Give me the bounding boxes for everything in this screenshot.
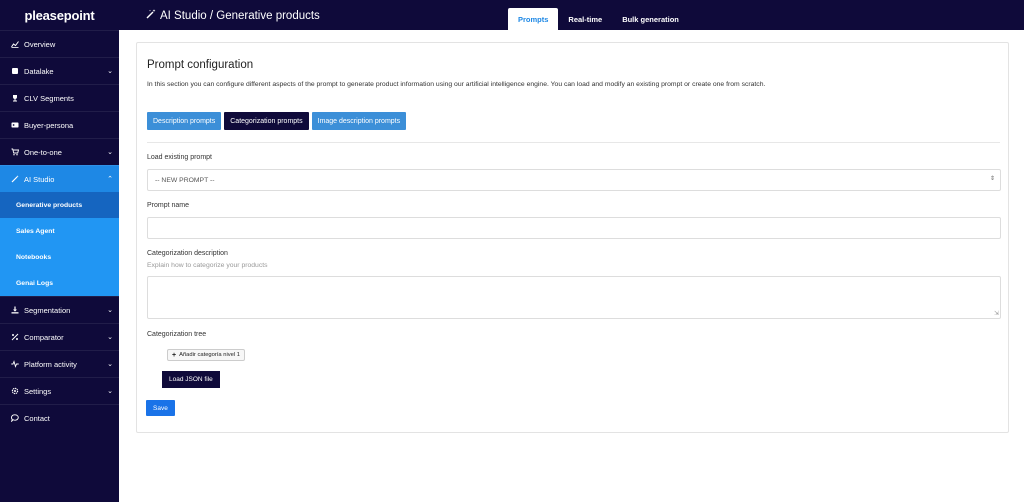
sidebar-item-platform-activity[interactable]: Platform activity ⌄ <box>0 350 119 377</box>
download-icon <box>10 306 19 315</box>
categorization-prompts-button[interactable]: Categorization prompts <box>224 112 309 130</box>
image-description-prompts-button[interactable]: Image description prompts <box>311 112 407 130</box>
description-prompts-button[interactable]: Description prompts <box>147 112 222 130</box>
section-title: Prompt configuration <box>147 59 254 71</box>
page-title-text: AI Studio / Generative products <box>160 9 320 22</box>
categorization-description-label: Categorization description <box>147 250 228 257</box>
section-description: In this section you can configure differ… <box>147 81 766 88</box>
pulse-icon <box>10 360 19 369</box>
chat-icon <box>10 414 19 423</box>
sidebar-item-label: Overview <box>24 39 56 49</box>
tab-real-time[interactable]: Real-time <box>558 8 612 30</box>
add-level1-category-button[interactable]: + Añadir categoría nivel 1 <box>167 349 245 361</box>
sidebar-item-clv-segments[interactable]: CLV Segments <box>0 84 119 111</box>
tab-prompts[interactable]: Prompts <box>508 8 559 30</box>
load-prompt-select[interactable]: -- NEW PROMPT -- ⇕ <box>147 169 1001 191</box>
trophy-icon <box>10 94 19 103</box>
chevron-down-icon: ⌄ <box>107 361 113 368</box>
sidebar-item-label: Segmentation <box>24 305 71 315</box>
sidebar-item-label: Comparator <box>24 332 64 342</box>
magic-wand-icon <box>146 9 156 22</box>
sidebar-item-datalake[interactable]: Datalake ⌄ <box>0 57 119 84</box>
save-button[interactable]: Save <box>146 400 175 416</box>
load-prompt-label: Load existing prompt <box>147 154 212 161</box>
sidebar-item-label: Datalake <box>24 66 54 76</box>
chevron-down-icon: ⌄ <box>107 68 113 75</box>
submenu-item-sales-agent[interactable]: Sales Agent <box>0 218 119 244</box>
chevron-up-icon: ⌃ <box>107 176 113 183</box>
sidebar-item-segmentation[interactable]: Segmentation ⌄ <box>0 296 119 323</box>
submenu-item-label: Genai Logs <box>16 279 54 287</box>
sidebar-item-label: AI Studio <box>24 174 55 184</box>
sidebar-item-comparator[interactable]: Comparator ⌄ <box>0 323 119 350</box>
sidebar-item-buyer-persona[interactable]: Buyer-persona <box>0 111 119 138</box>
brand-logo[interactable]: pleasepoint <box>0 0 119 30</box>
sidebar-item-contact[interactable]: Contact <box>0 404 119 431</box>
chart-line-icon <box>10 40 19 49</box>
submenu-item-generative-products[interactable]: Generative products <box>0 192 119 218</box>
load-json-button[interactable]: Load JSON file <box>162 371 220 388</box>
database-icon <box>10 67 19 76</box>
prompt-name-input[interactable] <box>147 217 1001 239</box>
submenu-item-label: Notebooks <box>16 253 52 261</box>
ai-studio-submenu: Generative products Sales Agent Notebook… <box>0 192 119 296</box>
submenu-item-label: Generative products <box>16 201 83 209</box>
magic-wand-icon <box>10 175 19 184</box>
id-card-icon <box>10 121 19 130</box>
resize-grip-icon[interactable]: ⇲ <box>994 311 999 317</box>
chevron-down-icon: ⌄ <box>107 334 113 341</box>
prompt-type-buttons: Description prompts Categorization promp… <box>147 112 407 130</box>
submenu-item-notebooks[interactable]: Notebooks <box>0 244 119 270</box>
sidebar-item-label: Buyer-persona <box>24 120 74 130</box>
top-bar: AI Studio / Generative products Prompts … <box>119 0 1024 30</box>
plus-icon: + <box>172 351 177 359</box>
categorization-description-help: Explain how to categorize your products <box>147 262 268 269</box>
sidebar: pleasepoint Overview Datalake ⌄ CLV Segm… <box>0 0 119 502</box>
percent-icon <box>10 333 19 342</box>
sidebar-item-label: Settings <box>24 386 52 396</box>
page-title: AI Studio / Generative products <box>146 9 320 22</box>
chevron-down-icon: ⌄ <box>107 307 113 314</box>
sidebar-item-one-to-one[interactable]: One-to-one ⌄ <box>0 138 119 165</box>
divider <box>147 142 1000 143</box>
load-prompt-selected-value: -- NEW PROMPT -- <box>155 176 215 184</box>
sidebar-item-label: CLV Segments <box>24 93 74 103</box>
chevron-down-icon: ⌄ <box>107 149 113 156</box>
chevron-down-icon: ⌄ <box>107 388 113 395</box>
add-category-label: Añadir categoría nivel 1 <box>179 352 240 358</box>
prompt-configuration-card: Prompt configuration In this section you… <box>136 42 1009 433</box>
categorization-tree-label: Categorization tree <box>147 331 207 338</box>
sidebar-item-label: One-to-one <box>24 147 62 157</box>
select-arrows-icon: ⇕ <box>989 176 995 182</box>
submenu-item-genai-logs[interactable]: Genai Logs <box>0 270 119 296</box>
sidebar-item-overview[interactable]: Overview <box>0 30 119 57</box>
cart-icon <box>10 148 19 157</box>
prompt-name-label: Prompt name <box>147 202 190 209</box>
gear-icon <box>10 387 19 396</box>
tab-bar: Prompts Real-time Bulk generation <box>508 8 689 30</box>
sidebar-item-settings[interactable]: Settings ⌄ <box>0 377 119 404</box>
categorization-description-textarea[interactable]: ⇲ <box>147 276 1001 319</box>
submenu-item-label: Sales Agent <box>16 227 55 235</box>
sidebar-item-label: Platform activity <box>24 359 77 369</box>
sidebar-item-label: Contact <box>24 413 50 423</box>
sidebar-item-ai-studio[interactable]: AI Studio ⌃ <box>0 165 119 192</box>
app-root: pleasepoint Overview Datalake ⌄ CLV Segm… <box>0 0 1024 502</box>
tab-bulk-generation[interactable]: Bulk generation <box>612 8 689 30</box>
